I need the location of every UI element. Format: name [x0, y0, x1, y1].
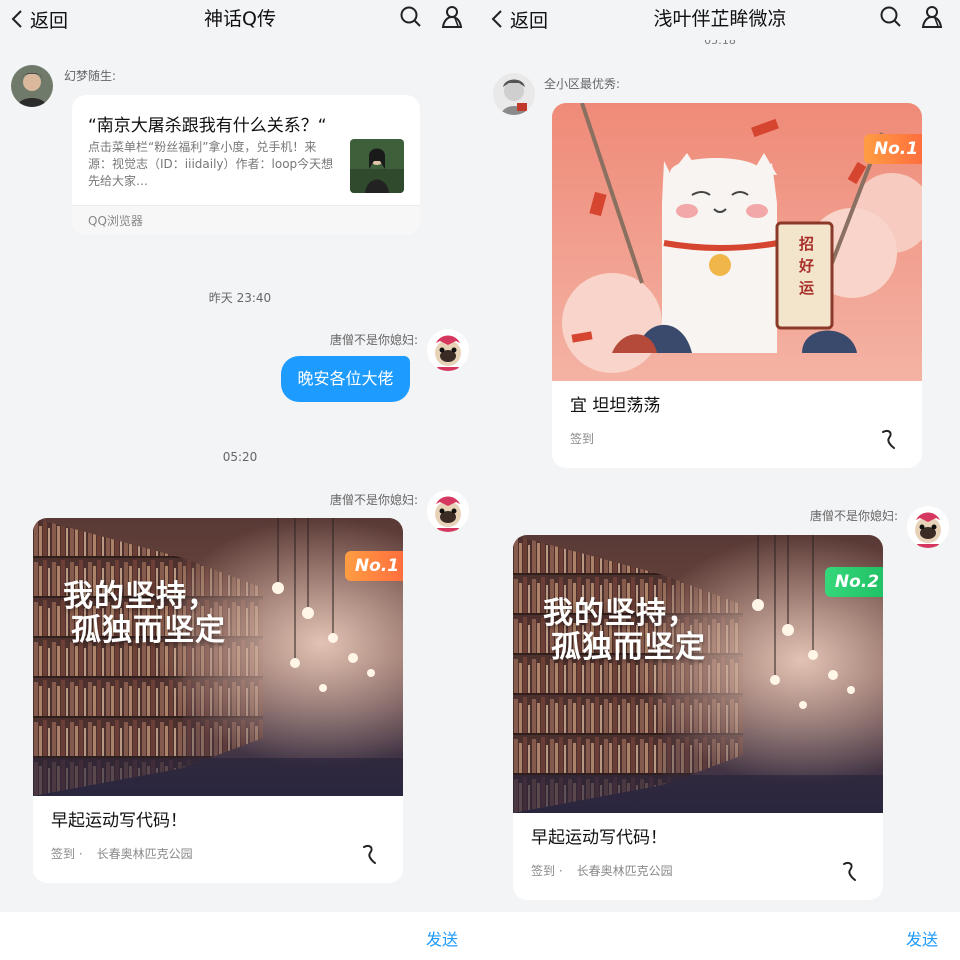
chat-bubble-outgoing[interactable]: 晚安各位大佬 [281, 356, 410, 402]
avatar[interactable] [493, 73, 535, 115]
chat-pane-left: 返回 神话Q传 幻梦随生: “南京大屠杀跟我有什么关系？“ 点击菜单栏“粉丝福利… [0, 0, 480, 960]
card-meta: 签到 · 长春奥林匹克公园 [531, 862, 673, 879]
send-button[interactable]: 发送 [426, 926, 458, 950]
link-source: QQ浏览器 [88, 214, 143, 228]
chat-title: 浅叶伴芷眸微凉 [653, 8, 787, 30]
link-thumbnail [350, 139, 404, 193]
sender-name: 唐僧不是你媳妇: [809, 509, 898, 523]
link-footer: QQ浏览器 [72, 205, 420, 235]
chat-pane-right: 05:18 返回 浅叶伴芷眸微凉 全小区最优秀: No.1 招好运 宜 坦坦荡荡… [480, 0, 960, 960]
rank-badge: No.2 [825, 567, 883, 597]
checkin-tag: 签到 · [531, 864, 563, 878]
sender-name: 唐僧不是你媳妇: [329, 493, 418, 507]
checkin-card[interactable]: 我的坚持， 孤独而坚定 No.2 早起运动写代码！ 签到 · 长春奥林匹克公园 [513, 535, 883, 900]
profile-icon[interactable] [440, 4, 466, 30]
avatar[interactable] [427, 329, 469, 371]
card-overlay-text: 我的坚持， 孤独而坚定 [543, 597, 706, 665]
card-meta: 签到 [570, 430, 594, 447]
input-bar: 发送 [480, 912, 960, 960]
checkin-tag: 签到 [570, 432, 595, 446]
chevron-left-icon [491, 10, 502, 28]
card-meta: 签到 · 长春奥林匹克公园 [51, 845, 193, 862]
link-title: “南京大屠杀跟我有什么关系？“ [88, 116, 327, 136]
back-label: 返回 [510, 9, 549, 32]
back-button[interactable]: 返回 [490, 6, 548, 32]
card-title: 宜 坦坦荡荡 [570, 396, 661, 416]
checkin-card[interactable]: No.1 招好运 宜 坦坦荡荡 签到 [552, 103, 922, 468]
card-title: 早起运动写代码！ [51, 811, 187, 831]
overlay-line-2: 孤独而坚定 [551, 630, 706, 665]
rank-badge: No.1 [864, 134, 922, 164]
like-icon[interactable] [360, 842, 380, 866]
timestamp: 昨天 23:40 [208, 291, 272, 305]
like-icon[interactable] [879, 427, 899, 451]
location-label: 长春奥林匹克公园 [96, 847, 193, 861]
timestamp: 05:20 [222, 450, 258, 464]
card-overlay-text: 我的坚持， 孤独而坚定 [63, 580, 226, 648]
input-bar: 发送 [0, 912, 480, 960]
search-icon[interactable] [398, 4, 424, 30]
overlay-line-1: 我的坚持， [63, 579, 218, 614]
chevron-left-icon [11, 10, 22, 28]
top-bar: 返回 神话Q传 [0, 0, 480, 40]
link-description: 点击菜单栏“粉丝福利”拿小度，兑手机！来源：视觉志（ID：iiidaily）作者… [88, 140, 334, 188]
back-label: 返回 [30, 9, 69, 32]
link-message-card[interactable]: “南京大屠杀跟我有什么关系？“ 点击菜单栏“粉丝福利”拿小度，兑手机！来源：视觉… [72, 95, 420, 235]
avatar[interactable] [427, 490, 469, 532]
avatar[interactable] [11, 65, 53, 107]
sender-name: 唐僧不是你媳妇: [329, 333, 418, 347]
like-icon[interactable] [840, 859, 860, 883]
profile-icon[interactable] [920, 4, 946, 30]
top-bar: 返回 浅叶伴芷眸微凉 [480, 0, 960, 40]
overlay-line-2: 孤独而坚定 [71, 613, 226, 648]
avatar[interactable] [907, 506, 949, 548]
card-title: 早起运动写代码！ [531, 828, 667, 848]
search-icon[interactable] [878, 4, 904, 30]
overlay-line-1: 我的坚持， [543, 596, 698, 631]
checkin-card[interactable]: 我的坚持， 孤独而坚定 No.1 早起运动写代码！ 签到 · 长春奥林匹克公园 [33, 518, 403, 883]
sender-name: 幻梦随生: [64, 69, 117, 83]
back-button[interactable]: 返回 [10, 6, 68, 32]
location-label: 长春奥林匹克公园 [576, 864, 673, 878]
scroll-text: 招好运 [799, 235, 815, 297]
sender-name: 全小区最优秀: [544, 77, 621, 91]
send-button[interactable]: 发送 [906, 926, 938, 950]
chat-title: 神话Q传 [204, 8, 276, 30]
rank-badge: No.1 [345, 551, 403, 581]
checkin-tag: 签到 · [51, 847, 83, 861]
